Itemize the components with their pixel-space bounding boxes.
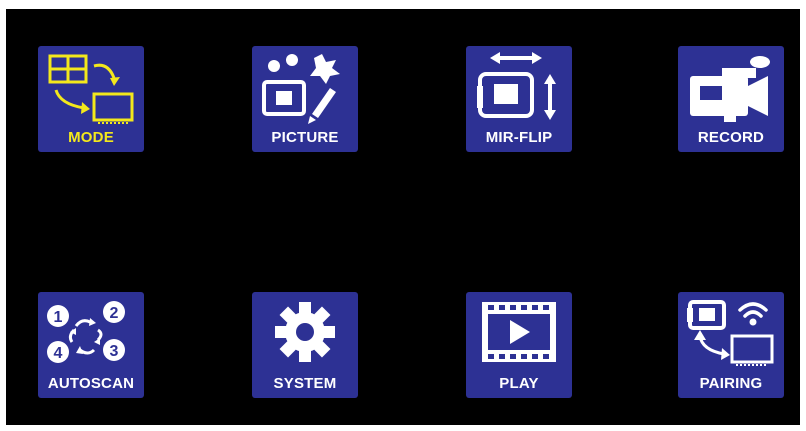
record-label: RECORD — [697, 129, 765, 146]
svg-text:3: 3 — [110, 343, 119, 360]
record-button[interactable]: RECORD — [678, 46, 784, 152]
pairing-button[interactable]: PAIRING — [678, 292, 784, 398]
svg-text:1: 1 — [54, 309, 63, 326]
system-label: SYSTEM — [273, 375, 337, 392]
play-label: PLAY — [499, 375, 539, 392]
pairing-label: PAIRING — [699, 375, 763, 392]
svg-text:4: 4 — [54, 345, 63, 362]
picture-button[interactable]: PICTURE — [252, 46, 358, 152]
mode-button[interactable]: MODE — [38, 46, 144, 152]
mode-label: MODE — [68, 129, 114, 146]
mir-flip-label: MIR-FLIP — [485, 129, 553, 146]
autoscan-label: AUTOSCAN — [47, 375, 135, 392]
system-button[interactable]: SYSTEM — [252, 292, 358, 398]
mir-flip-button[interactable]: MIR-FLIP — [466, 46, 572, 152]
svg-text:2: 2 — [110, 305, 119, 322]
autoscan-button[interactable]: 1 2 3 4 AUTOSCAN — [38, 292, 144, 398]
picture-label: PICTURE — [271, 129, 339, 146]
play-button[interactable]: PLAY — [466, 292, 572, 398]
menu-screen: MODE PICTURE MIR-FLIP RECORD 1 2 3 4 AUT… — [6, 9, 800, 425]
